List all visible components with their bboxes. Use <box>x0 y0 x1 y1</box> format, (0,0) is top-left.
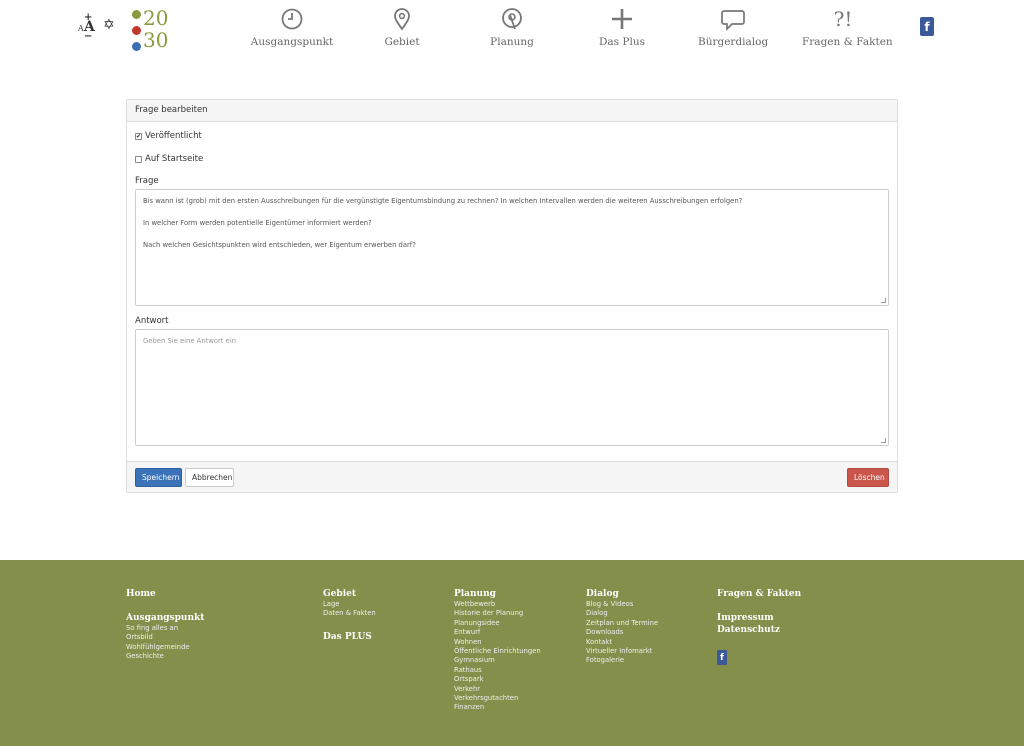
question-textarea[interactable]: Bis wann ist (grob) mit den ersten Aussc… <box>135 189 889 306</box>
question-line: Nach welchen Gesichtspunkten wird entsch… <box>143 241 416 249</box>
footer-heading-dialog[interactable]: Dialog <box>586 588 658 600</box>
footer-link[interactable]: Zeitplan und Termine <box>586 619 658 628</box>
footer-heading-das-plus[interactable]: Das PLUS <box>323 631 376 643</box>
footer-heading-ausgangspunkt[interactable]: Ausgangspunkt <box>126 612 204 624</box>
footer-link[interactable]: Gymnasium <box>454 656 541 665</box>
facebook-icon[interactable]: f <box>920 17 934 36</box>
nav-label: Gebiet <box>384 36 420 48</box>
footer-link[interactable]: Wohlfühlgemeinde <box>126 643 204 652</box>
homepage-checkbox-row[interactable]: Auf Startseite <box>135 154 203 164</box>
footer-link-home[interactable]: Home <box>126 588 204 600</box>
published-label: Veröffentlicht <box>145 131 202 141</box>
footer-column-fragen: Fragen & Fakten Impressum Datenschutz f <box>717 588 801 665</box>
homepage-checkbox[interactable] <box>135 155 142 163</box>
font-decrease-icon[interactable]: − <box>84 31 92 42</box>
footer-heading-gebiet[interactable]: Gebiet <box>323 588 376 600</box>
logo-number-bottom: 30 <box>143 28 169 52</box>
footer-link[interactable]: Entwurf <box>454 628 541 637</box>
footer-link[interactable]: Dialog <box>586 609 658 618</box>
save-button[interactable]: Speichern <box>135 468 182 487</box>
logo-dot-blue <box>132 42 141 51</box>
footer-column-home: Home Ausgangspunkt So fing alles an Orts… <box>126 588 204 662</box>
published-checkbox[interactable]: ✔ <box>135 132 142 140</box>
footer-link[interactable]: Öffentliche Einrichtungen <box>454 647 541 656</box>
question-exclamation-icon: ?! <box>833 7 853 31</box>
logo-dot-red <box>132 26 141 35</box>
footer-link[interactable]: Finanzen <box>454 703 541 712</box>
nav-fragen-fakten[interactable]: ?! Fragen & Fakten <box>802 6 893 50</box>
footer-link-datenschutz[interactable]: Datenschutz <box>717 624 801 636</box>
footer-column-dialog: Dialog Blog & Videos Dialog Zeitplan und… <box>586 588 658 666</box>
footer-link[interactable]: Kontakt <box>586 638 658 647</box>
nav-label: Planung <box>490 36 534 48</box>
edit-question-panel: Frage bearbeiten ✔ Veröffentlicht Auf St… <box>126 99 898 493</box>
contrast-toggle-icon[interactable]: ✡ <box>103 17 115 33</box>
footer-link[interactable]: Planungsidee <box>454 619 541 628</box>
footer-heading-planung[interactable]: Planung <box>454 588 541 600</box>
footer-link-impressum[interactable]: Impressum <box>717 612 801 624</box>
footer-link[interactable]: Lage <box>323 600 376 609</box>
footer-link[interactable]: Wohnen <box>454 638 541 647</box>
published-checkbox-row[interactable]: ✔ Veröffentlicht <box>135 131 202 141</box>
footer-link[interactable]: Geschichte <box>126 652 204 661</box>
resize-handle-icon[interactable] <box>881 438 886 443</box>
compass-icon <box>502 8 522 30</box>
plus-icon <box>612 9 632 29</box>
logo-dot-green <box>132 10 141 19</box>
question-line: In welcher Form werden potentielle Eigen… <box>143 219 372 227</box>
nav-ausgangspunkt[interactable]: Ausgangspunkt <box>250 6 334 50</box>
cancel-button[interactable]: Abbrechen <box>185 468 234 487</box>
map-pin-icon <box>394 8 410 31</box>
footer-link[interactable]: Wettbewerb <box>454 600 541 609</box>
speech-bubble-icon <box>721 10 745 32</box>
footer-link[interactable]: Verkehrsgutachten <box>454 694 541 703</box>
panel-heading: Frage bearbeiten <box>127 100 897 122</box>
facebook-icon[interactable]: f <box>717 650 727 665</box>
footer-heading-fragen-fakten[interactable]: Fragen & Fakten <box>717 588 801 600</box>
font-size-toggle[interactable]: + A A − <box>78 12 100 42</box>
small-a-glyph: A <box>78 24 84 33</box>
footer-link[interactable]: Downloads <box>586 628 658 637</box>
answer-placeholder: Geben Sie eine Antwort ein <box>143 337 237 345</box>
nav-gebiet[interactable]: Gebiet <box>374 6 430 50</box>
delete-button[interactable]: Löschen <box>847 468 889 487</box>
logo-number-top: 20 <box>143 6 169 30</box>
footer-link[interactable]: Virtueller Infomarkt <box>586 647 658 656</box>
answer-label: Antwort <box>135 316 169 326</box>
nav-buergerdialog[interactable]: Bürgerdialog <box>698 6 768 50</box>
footer-link[interactable]: Historie der Planung <box>454 609 541 618</box>
footer-link[interactable]: Verkehr <box>454 685 541 694</box>
nav-label: Fragen & Fakten <box>802 36 893 48</box>
clock-icon <box>281 8 303 30</box>
nav-label: Ausgangspunkt <box>250 36 334 48</box>
resize-handle-icon[interactable] <box>881 298 886 303</box>
nav-das-plus[interactable]: Das Plus <box>596 6 648 50</box>
homepage-label: Auf Startseite <box>145 154 204 164</box>
question-line: Bis wann ist (grob) mit den ersten Aussc… <box>143 197 743 205</box>
panel-footer: Speichern Abbrechen Löschen <box>127 461 897 492</box>
footer-link[interactable]: Rathaus <box>454 666 541 675</box>
site-logo[interactable]: 20 30 <box>131 6 176 52</box>
footer-link[interactable]: Fotogalerie <box>586 656 658 665</box>
site-header: + A A − ✡ 20 30 Ausgangspunkt Gebiet Pla… <box>0 0 1024 60</box>
footer-link[interactable]: Ortsbild <box>126 633 204 642</box>
footer-link[interactable]: Ortspark <box>454 675 541 684</box>
site-footer: Home Ausgangspunkt So fing alles an Orts… <box>0 560 1024 746</box>
footer-link[interactable]: So fing alles an <box>126 624 204 633</box>
nav-label: Das Plus <box>599 36 645 48</box>
question-label: Frage <box>135 176 159 186</box>
nav-planung[interactable]: Planung <box>482 6 542 50</box>
footer-column-planung: Planung Wettbewerb Historie der Planung … <box>454 588 541 713</box>
footer-column-gebiet: Gebiet Lage Daten & Fakten Das PLUS <box>323 588 376 643</box>
footer-link[interactable]: Blog & Videos <box>586 600 658 609</box>
footer-link[interactable]: Daten & Fakten <box>323 609 376 618</box>
nav-label: Bürgerdialog <box>698 36 769 48</box>
answer-textarea[interactable]: Geben Sie eine Antwort ein <box>135 329 889 446</box>
